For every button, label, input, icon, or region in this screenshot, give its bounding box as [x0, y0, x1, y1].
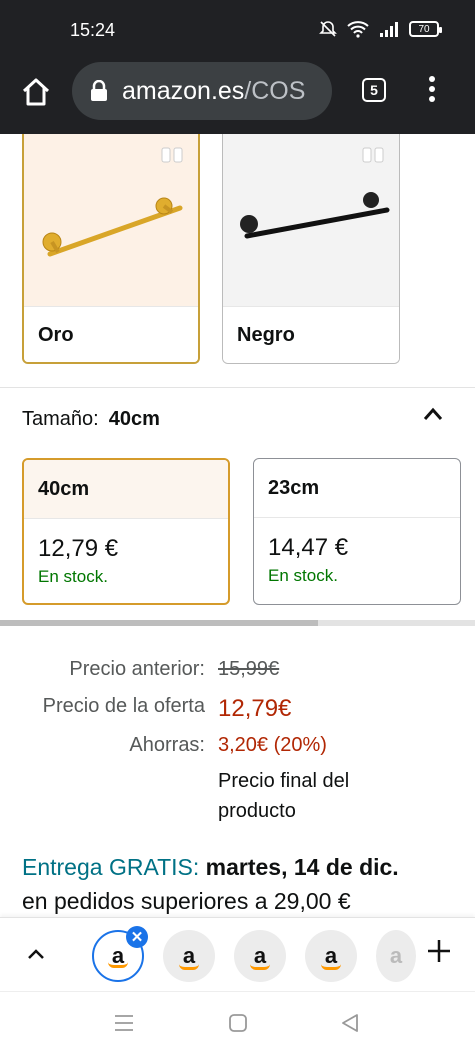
size-option-name: 40cm [24, 460, 228, 519]
battery-level: 70 [418, 23, 430, 35]
final-price-note-line2: producto [218, 800, 296, 822]
size-option-price: 14,47 € [268, 534, 349, 561]
hooks-icon [362, 147, 384, 163]
back-icon[interactable] [340, 1013, 360, 1033]
towel-bar-gold-image [24, 134, 198, 306]
recent-apps-icon[interactable] [114, 1014, 134, 1032]
towel-bar-black-image [223, 134, 399, 306]
previous-price-label: Precio anterior: [69, 658, 205, 680]
size-option-stock: En stock. [38, 567, 108, 586]
status-icons: 70 [319, 20, 442, 38]
chevron-up-icon[interactable] [26, 948, 46, 960]
size-option-40cm[interactable]: 40cm 12,79 € En stock. [22, 458, 230, 605]
tab-bubble[interactable]: a [305, 930, 357, 982]
size-selector-header[interactable]: Tamaño: 40cm [22, 408, 160, 431]
tab-bubble-partial[interactable]: a [376, 930, 416, 982]
mute-icon [319, 21, 337, 37]
final-price-note-line1: Precio final del [218, 770, 350, 792]
tab-switcher-button[interactable]: 5 [362, 78, 386, 102]
size-selected-value: 40cm [108, 408, 160, 430]
tab-bubble[interactable]: a [234, 930, 286, 982]
offer-price-label: Precio de la oferta [42, 695, 205, 717]
address-bar[interactable]: amazon.es/COS [72, 62, 332, 120]
savings-value: 3,20€ (20%) [218, 734, 327, 756]
tab-bubble[interactable]: a [163, 930, 215, 982]
free-delivery-link[interactable]: Entrega GRATIS: [22, 854, 199, 880]
wifi-icon [347, 21, 369, 38]
hooks-icon [161, 147, 183, 163]
status-time: 15:24 [70, 20, 116, 40]
color-label: Oro [24, 306, 198, 362]
home-nav-icon[interactable] [228, 1013, 248, 1033]
amazon-logo-icon: a [389, 943, 403, 968]
color-option-negro[interactable]: Negro [222, 134, 400, 364]
lock-icon [91, 80, 107, 101]
delivery-condition: en pedidos superiores a 29,00 € [22, 888, 351, 914]
system-navigation-bar [0, 991, 475, 1056]
tab-bubble-bar: a ✕ a a a a [0, 917, 475, 991]
url-path: /COS [244, 76, 306, 105]
horizontal-scrollbar[interactable] [0, 620, 475, 626]
battery-icon: 70 [409, 21, 442, 37]
offer-price-value: 12,79€ [218, 695, 292, 722]
status-bar: 15:24 70 [0, 0, 475, 62]
divider [0, 387, 475, 388]
delivery-info: Entrega GRATIS: martes, 14 de dic. en pe… [22, 850, 462, 918]
plus-icon[interactable] [426, 938, 452, 964]
size-option-23cm[interactable]: 23cm 14,47 € En stock. [253, 458, 461, 605]
size-option-stock: En stock. [268, 566, 338, 585]
browser-toolbar: amazon.es/COS 5 [0, 62, 475, 134]
previous-price-value: 15,99€ [218, 658, 280, 680]
chevron-up-icon[interactable] [422, 406, 444, 422]
color-option-oro[interactable]: Oro [22, 134, 200, 364]
url-host: amazon.es [122, 76, 245, 105]
savings-label: Ahorras: [129, 734, 205, 756]
home-icon[interactable] [20, 76, 52, 108]
signal-icon [380, 22, 398, 37]
tab-bubble-active[interactable]: a ✕ [92, 926, 148, 982]
size-label: Tamaño: [22, 408, 99, 430]
color-label: Negro [223, 306, 399, 363]
delivery-date: martes, 14 de dic. [205, 854, 399, 880]
close-icon[interactable]: ✕ [126, 926, 148, 948]
size-option-price: 12,79 € [38, 535, 119, 562]
size-option-name: 23cm [254, 459, 460, 518]
more-options-icon[interactable] [424, 76, 440, 106]
